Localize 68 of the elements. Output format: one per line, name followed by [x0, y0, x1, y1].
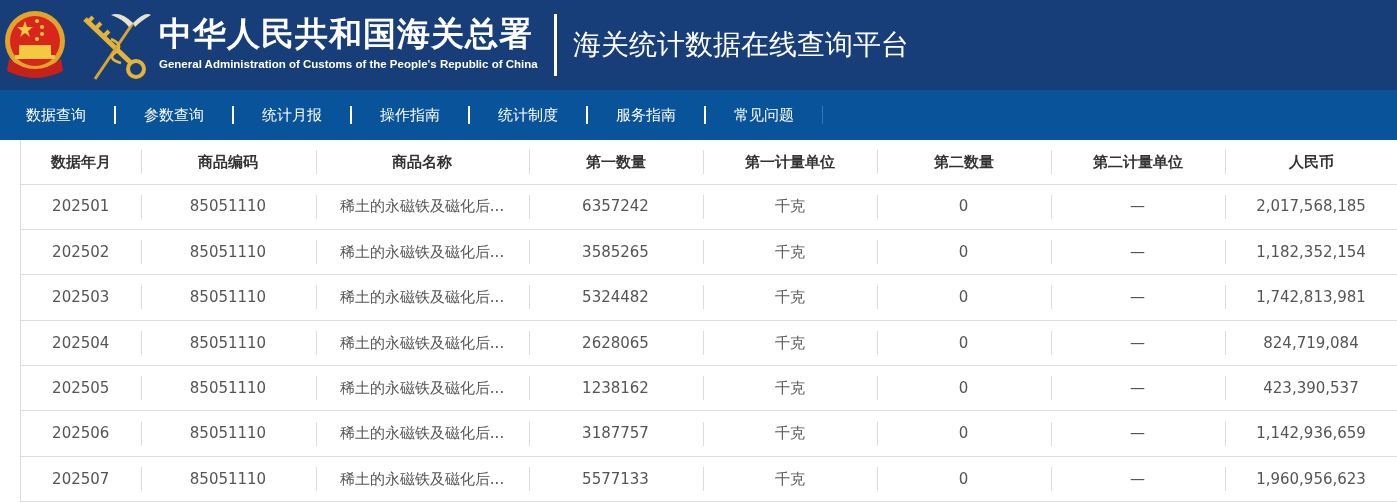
table-cell: —	[1050, 456, 1225, 502]
table-cell: 0	[876, 456, 1051, 502]
table-cell: 稀土的永磁铁及磁化后...	[315, 365, 529, 411]
table-cell: 824,719,084	[1224, 320, 1397, 366]
table-cell: 202505	[20, 365, 141, 411]
table-cell: 稀土的永磁铁及磁化后...	[315, 410, 529, 457]
table-cell: 202503	[20, 274, 141, 321]
table-cell: 1,142,936,659	[1224, 410, 1397, 457]
table-cell: 202501	[20, 184, 141, 230]
agency-title: 中华人民共和国海关总署	[159, 16, 534, 50]
table-cell: 5324482	[528, 274, 703, 321]
agency-subtitle: General Administration of Customs of the People's Republic of China	[159, 56, 538, 72]
table-cell: 千克	[702, 229, 877, 275]
table-cell: —	[1050, 410, 1225, 457]
table-cell: 0	[876, 274, 1051, 321]
platform-title: 海关统计数据在线查询平台	[572, 27, 909, 63]
table-cell: —	[1050, 229, 1225, 275]
table-cell: 423,390,537	[1224, 365, 1397, 411]
table-cell: 202506	[20, 410, 141, 457]
table-cell: 85051110	[140, 274, 316, 321]
table-cell: 2628065	[528, 320, 703, 366]
nav-link[interactable]: 数据查询	[0, 103, 114, 127]
nav-link[interactable]: 统计制度	[470, 103, 586, 127]
table-cell: 0	[876, 229, 1051, 275]
table-cell: 3187757	[528, 410, 703, 457]
table-cell: 0	[876, 320, 1051, 366]
table-cell: 202507	[20, 456, 141, 502]
emblem-icon	[3, 9, 67, 81]
table-cell: —	[1050, 274, 1225, 321]
table-cell: 千克	[702, 410, 877, 457]
table-cell: 202504	[20, 320, 141, 366]
nav-link[interactable]: 统计月报	[234, 103, 350, 127]
table-cell: 85051110	[140, 410, 316, 457]
nav-link[interactable]: 参数查询	[116, 103, 232, 127]
table-cell: 0	[876, 184, 1051, 230]
table-cell: 85051110	[140, 320, 316, 366]
table-cell: 1,960,956,623	[1224, 456, 1397, 502]
nav-link[interactable]: 常见问题	[706, 103, 822, 127]
table-cell: 千克	[702, 274, 877, 321]
nav-link[interactable]: 操作指南	[352, 103, 468, 127]
table-cell: 85051110	[140, 365, 316, 411]
table-cell: 千克	[702, 320, 877, 366]
table-cell: —	[1050, 365, 1225, 411]
table-cell: 稀土的永磁铁及磁化后...	[315, 274, 529, 321]
table-cell: 千克	[702, 456, 877, 502]
table-cell: 6357242	[528, 184, 703, 230]
table-cell: 0	[876, 410, 1051, 457]
table-cell: 2,017,568,185	[1224, 184, 1397, 230]
table-cell: 稀土的永磁铁及磁化后...	[315, 184, 529, 230]
table-cell: 稀土的永磁铁及磁化后...	[315, 320, 529, 366]
table-cell: 1,742,813,981	[1224, 274, 1397, 321]
table-cell: —	[1050, 184, 1225, 230]
table-cell: 85051110	[140, 229, 316, 275]
table-cell: 千克	[702, 184, 877, 230]
table-cell: —	[1050, 320, 1225, 366]
table-cell: 稀土的永磁铁及磁化后...	[315, 229, 529, 275]
nav-link[interactable]: 服务指南	[588, 103, 704, 127]
table-cell: 3585265	[528, 229, 703, 275]
table-cell: 1,182,352,154	[1224, 229, 1397, 275]
table-cell: 85051110	[140, 456, 316, 502]
table-cell: 5577133	[528, 456, 703, 502]
column-header: 数据年月	[20, 140, 141, 184]
table-cell: 0	[876, 365, 1051, 411]
table-cell: 千克	[702, 365, 877, 411]
table-cell: 85051110	[140, 184, 316, 230]
table-cell: 1238162	[528, 365, 703, 411]
table-cell: 稀土的永磁铁及磁化后...	[315, 456, 529, 502]
table-cell: 202502	[20, 229, 141, 275]
